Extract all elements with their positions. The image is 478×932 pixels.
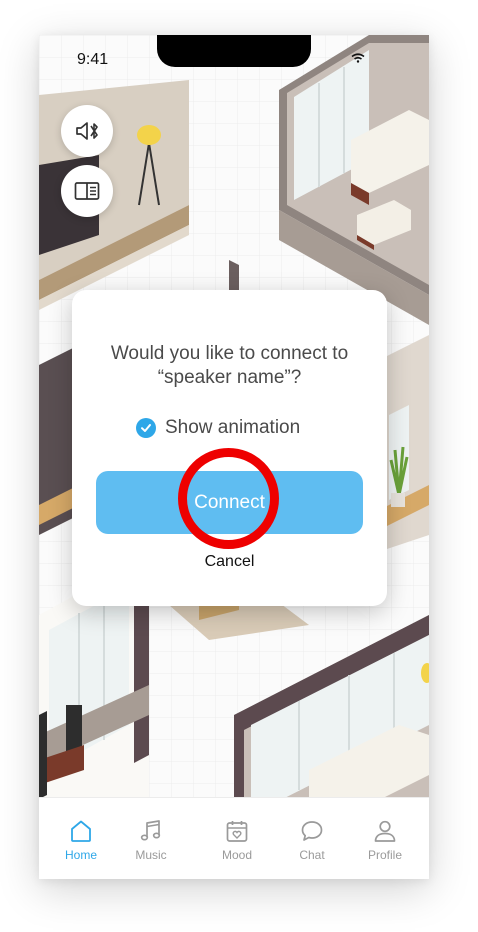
music-icon: [140, 820, 161, 841]
home-icon: [71, 820, 91, 842]
status-bar: 9:41: [39, 35, 429, 81]
tab-mood-label: Mood: [221, 848, 253, 862]
layout-panel-icon: [74, 182, 100, 200]
tab-music[interactable]: Music: [118, 798, 184, 879]
checkmark-icon: [136, 418, 156, 438]
tab-chat[interactable]: Chat: [279, 798, 345, 879]
show-animation-checkbox[interactable]: Show animation: [136, 416, 300, 440]
tab-profile[interactable]: Profile: [352, 798, 418, 879]
speaker-bluetooth-icon: [76, 122, 98, 140]
device-notch: [157, 35, 311, 67]
tab-music-label: Music: [135, 848, 167, 862]
calendar-heart-icon: [226, 821, 248, 842]
highlight-circle-annotation: [178, 448, 279, 549]
show-animation-label: Show animation: [165, 417, 301, 438]
phone-screen: 9:41 Would you like to connect to “speak…: [39, 35, 429, 879]
profile-icon: [374, 820, 396, 842]
status-time: 9:41: [77, 51, 109, 68]
tab-mood[interactable]: Mood: [204, 798, 270, 879]
tab-profile-label: Profile: [367, 848, 402, 862]
speaker-bluetooth-button[interactable]: [61, 105, 113, 157]
tab-chat-label: Chat: [299, 848, 325, 862]
cancel-button[interactable]: Cancel: [72, 553, 387, 571]
dialog-message: Would you like to connect to “speaker na…: [110, 343, 349, 388]
wifi-icon: [351, 53, 365, 63]
tab-home[interactable]: Home: [48, 798, 114, 879]
layout-panel-button[interactable]: [61, 165, 113, 217]
tab-home-label: Home: [64, 848, 97, 862]
chat-bubble-icon: [301, 821, 323, 841]
tab-bar: Home Music Mood Chat Profile: [39, 797, 429, 879]
